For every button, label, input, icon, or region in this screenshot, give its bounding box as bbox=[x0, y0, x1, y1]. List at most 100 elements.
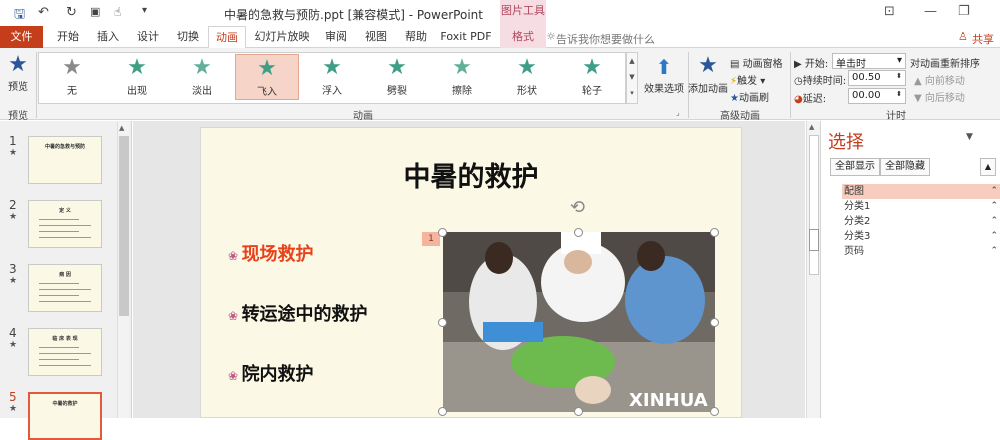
tab-view[interactable]: 视图 bbox=[358, 26, 394, 48]
scroll-up-icon[interactable]: ▲ bbox=[119, 124, 124, 132]
undo-icon[interactable]: ↶ bbox=[38, 5, 49, 20]
from-beginning-icon[interactable]: ▣ bbox=[90, 5, 100, 18]
scroll-thumb[interactable] bbox=[119, 136, 129, 316]
selection-item[interactable]: 分类2 ⌃ bbox=[842, 214, 1000, 229]
effect-split[interactable]: ★ 劈裂 bbox=[365, 54, 429, 100]
scroll-up-icon[interactable]: ▲ bbox=[809, 123, 814, 131]
resize-handle[interactable] bbox=[710, 318, 719, 327]
effect-none[interactable]: ★ 无 bbox=[40, 54, 104, 100]
tab-review[interactable]: 审阅 bbox=[318, 26, 354, 48]
tab-slideshow[interactable]: 幻灯片放映 bbox=[252, 26, 312, 48]
ribbon-display-icon[interactable]: ⊡ bbox=[884, 4, 895, 19]
slide-thumbnail[interactable]: 定 义 bbox=[28, 200, 102, 248]
effect-appear[interactable]: ★ 出现 bbox=[105, 54, 169, 100]
preview-group-label: 预览 bbox=[8, 111, 28, 122]
effect-options-label: 效果选项 bbox=[644, 84, 684, 95]
tab-design[interactable]: 设计 bbox=[130, 26, 166, 48]
selection-item[interactable]: 分类1 ⌃ bbox=[842, 199, 1000, 214]
start-label: ▶ 开始: bbox=[794, 59, 829, 70]
rescue-photo[interactable]: XINHUA bbox=[443, 232, 715, 412]
resize-handle[interactable] bbox=[710, 407, 719, 416]
selection-item[interactable]: 页码 ⌃ bbox=[842, 244, 1000, 259]
move-later-button[interactable]: ▼ 向后移动 bbox=[914, 89, 965, 104]
scroll-position[interactable] bbox=[809, 229, 819, 251]
bring-forward-icon[interactable]: ▲ bbox=[980, 158, 996, 176]
share-button[interactable]: 共享 bbox=[972, 31, 994, 47]
animation-marker-icon: ★ bbox=[9, 404, 18, 414]
trigger-button[interactable]: ⚡触发 ▾ bbox=[730, 72, 765, 87]
thumbnail-title: 病 因 bbox=[59, 272, 71, 278]
painter-icon: ★ bbox=[730, 93, 739, 104]
hide-all-button[interactable]: 全部隐藏 bbox=[880, 158, 930, 176]
visibility-eye-icon[interactable]: ⌃ bbox=[990, 244, 998, 259]
visibility-eye-icon[interactable]: ⌃ bbox=[990, 184, 998, 199]
effect-wipe[interactable]: ★ 擦除 bbox=[430, 54, 494, 100]
save-icon[interactable]: 🖫 bbox=[14, 5, 25, 27]
bullet-item[interactable]: ❀ 院内救护 bbox=[228, 360, 314, 386]
move-earlier-button[interactable]: ▲ 向前移动 bbox=[914, 72, 965, 87]
selection-item[interactable]: 分类3 ⌃ bbox=[842, 229, 1000, 244]
tab-format[interactable]: 格式 bbox=[502, 26, 544, 48]
animation-pane-button[interactable]: ▤ 动画窗格 bbox=[730, 55, 783, 70]
resize-handle[interactable] bbox=[710, 228, 719, 237]
effect-shape[interactable]: ★ 形状 bbox=[495, 54, 559, 100]
preview-button[interactable]: ★ 预览 bbox=[4, 52, 32, 93]
restore-icon[interactable]: ❐ bbox=[958, 4, 970, 19]
effect-float-in[interactable]: ★ 浮入 bbox=[300, 54, 364, 100]
effect-options-button[interactable]: ⬆ 效果选项 bbox=[644, 54, 684, 95]
star-icon: ★ bbox=[517, 55, 537, 80]
flower-bullet-icon: ❀ bbox=[228, 249, 239, 263]
delay-label: ◕延迟: bbox=[794, 94, 827, 105]
slide-thumbnail[interactable]: 中暑的急救与预防 bbox=[28, 136, 102, 184]
bullet-item[interactable]: ❀ 转运途中的救护 bbox=[228, 300, 368, 326]
add-animation-star-icon: ★ bbox=[698, 53, 718, 78]
resize-handle[interactable] bbox=[438, 407, 447, 416]
duration-stepper[interactable]: 00.50 ⬍ bbox=[848, 70, 906, 86]
redo-icon[interactable]: ↻ bbox=[66, 5, 77, 20]
resize-handle[interactable] bbox=[574, 407, 583, 416]
tab-animations[interactable]: 动画 bbox=[208, 26, 246, 49]
delay-stepper[interactable]: 00.00 ⬍ bbox=[848, 88, 906, 104]
tab-transitions[interactable]: 切换 bbox=[170, 26, 206, 48]
slide-number: 5 bbox=[9, 390, 17, 404]
thumbnail-title: 临 床 表 现 bbox=[52, 336, 78, 342]
tab-home[interactable]: 开始 bbox=[50, 26, 86, 48]
effect-fade[interactable]: ★ 淡出 bbox=[170, 54, 234, 100]
animation-painter-button[interactable]: ★动画刷 bbox=[730, 89, 769, 104]
minimize-icon[interactable]: — bbox=[924, 4, 937, 19]
resize-handle[interactable] bbox=[438, 318, 447, 327]
start-select[interactable]: 单击时 ▾ bbox=[832, 53, 906, 70]
animation-pane-icon: ▤ bbox=[730, 59, 743, 70]
visibility-eye-icon[interactable]: ⌃ bbox=[990, 229, 998, 244]
resize-handle[interactable] bbox=[438, 228, 447, 237]
tab-help[interactable]: 帮助 bbox=[398, 26, 434, 48]
tab-insert[interactable]: 插入 bbox=[90, 26, 126, 48]
show-all-button[interactable]: 全部显示 bbox=[830, 158, 880, 176]
thumbnails-scrollbar[interactable]: ▲ bbox=[117, 122, 129, 418]
slide-thumbnail[interactable]: 临 床 表 现 bbox=[28, 328, 102, 376]
visibility-eye-icon[interactable]: ⌃ bbox=[990, 214, 998, 229]
tab-foxit-pdf[interactable]: Foxit PDF bbox=[438, 26, 494, 48]
slide-thumbnail[interactable]: 病 因 bbox=[28, 264, 102, 312]
tab-file[interactable]: 文件 bbox=[0, 26, 43, 48]
effect-fly-in[interactable]: ★ 飞入 bbox=[235, 54, 299, 100]
resize-handle[interactable] bbox=[574, 228, 583, 237]
tell-me-search[interactable]: 告诉我你想要做什么 bbox=[556, 31, 655, 47]
add-animation-button[interactable]: ★ 添加动画 bbox=[688, 52, 728, 95]
gallery-scroll[interactable]: ▲ ▼ ▾ bbox=[626, 52, 638, 104]
selection-item[interactable]: 配图 ⌃ bbox=[842, 184, 1000, 199]
rotate-handle-icon[interactable]: ⟲ bbox=[570, 197, 585, 218]
dialog-launcher-icon[interactable]: ⌟ bbox=[676, 108, 680, 117]
scroll-thumb[interactable] bbox=[809, 135, 819, 275]
slide-thumbnail[interactable]: 中暑的救护 bbox=[28, 392, 102, 440]
pane-options-icon[interactable]: ▼ bbox=[966, 132, 973, 142]
effect-label: 劈裂 bbox=[387, 86, 407, 97]
touch-mode-icon[interactable]: ☝ bbox=[114, 5, 121, 19]
user-icon[interactable]: ♙ bbox=[958, 30, 968, 43]
bullet-item[interactable]: ❀ 现场救护 bbox=[228, 240, 314, 266]
customize-qat-icon[interactable]: ▾ bbox=[142, 5, 147, 16]
effect-wheel[interactable]: ★ 轮子 bbox=[560, 54, 624, 100]
visibility-eye-icon[interactable]: ⌃ bbox=[990, 199, 998, 214]
slide-title[interactable]: 中暑的救护 bbox=[200, 155, 742, 194]
editor-scrollbar[interactable]: ▲ bbox=[806, 121, 820, 418]
